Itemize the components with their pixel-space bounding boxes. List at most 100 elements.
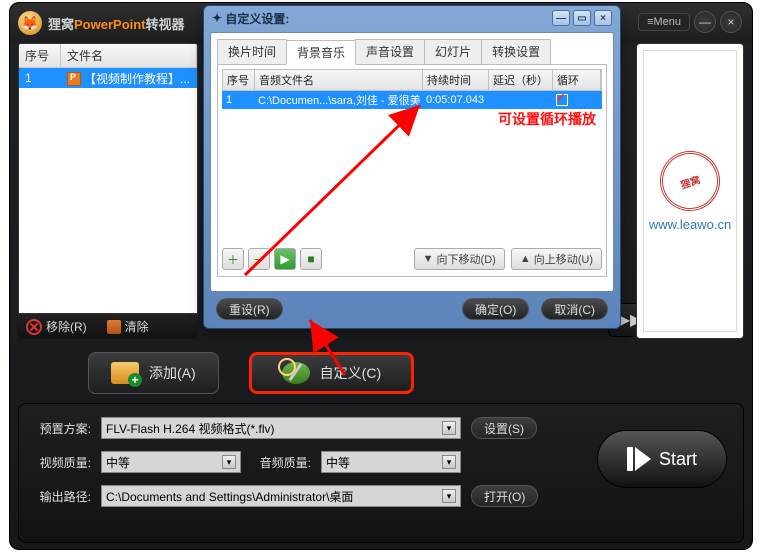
move-btns: ▼ 向下移动(D) ▲ 向上移动(U) — [414, 248, 602, 270]
start-button[interactable]: Start — [597, 430, 727, 488]
move-down-label: 向下移动(D) — [437, 251, 496, 267]
vq-label: 视频质量: — [31, 454, 91, 471]
remove-button[interactable]: 移除(R) — [26, 318, 87, 335]
bgm-tool-btns: ＋ － ▶ ■ — [222, 248, 322, 270]
dialog-titlebar[interactable]: ✦ 自定义设置: — ▭ × — [204, 6, 620, 30]
chevron-down-icon: ▾ — [222, 455, 236, 469]
play-track-button[interactable]: ▶ — [274, 248, 296, 270]
ppt-icon — [67, 72, 81, 86]
cell-seq: 1 — [19, 71, 61, 85]
preset-label: 预置方案: — [31, 420, 91, 437]
stop-track-button[interactable]: ■ — [300, 248, 322, 270]
aq-label: 音频质量: — [251, 454, 311, 471]
rcell-loop[interactable] — [552, 94, 602, 106]
preview-panel: 狸窝 www.leawo.cn — [636, 43, 744, 339]
chevron-down-icon: ▾ — [442, 421, 456, 435]
cell-name: 【视频制作教程】... — [61, 70, 197, 87]
minimize-button[interactable]: — — [694, 11, 716, 33]
move-up-label: 向上移动(U) — [534, 251, 593, 267]
remove-label: 移除(R) — [46, 318, 87, 335]
app-title: 狸窝PowerPoint转视器 — [48, 14, 185, 33]
out-path-combo[interactable]: C:\Documents and Settings\Administrator\… — [101, 485, 461, 507]
file-grid[interactable]: 序号 文件名 1 【视频制作教程】... — [18, 43, 198, 314]
bgm-grid-header: 序号 音频文件名 持续时间 延迟（秒） 循环 — [222, 69, 602, 91]
custom-dialog: ✦ 自定义设置: — ▭ × 换片时间 背景音乐 声音设置 幻灯片 转换设置 序… — [203, 5, 621, 329]
aq-combo[interactable]: 中等 ▾ — [321, 451, 461, 473]
hcol-seq: 序号 — [223, 70, 255, 90]
dialog-body: 换片时间 背景音乐 声音设置 幻灯片 转换设置 序号 音频文件名 持续时间 延迟… — [210, 32, 614, 292]
add-track-button[interactable]: ＋ — [222, 248, 244, 270]
hcol-dur: 持续时间 — [423, 70, 489, 90]
preview-canvas: 狸窝 www.leawo.cn — [643, 50, 737, 332]
mid-button-row: 添加(A) 自定义(C) — [10, 345, 752, 401]
preset-combo[interactable]: FLV-Flash H.264 视频格式(*.flv) ▾ — [101, 417, 461, 439]
bottom-panel: 预置方案: FLV-Flash H.264 视频格式(*.flv) ▾ 设置(S)… — [18, 403, 744, 543]
vq-combo[interactable]: 中等 ▾ — [101, 451, 241, 473]
out-value: C:\Documents and Settings\Administrator\… — [106, 488, 353, 505]
tab-content: 序号 音频文件名 持续时间 延迟（秒） 循环 1 C:\Documen...\s… — [217, 65, 607, 277]
move-up-button[interactable]: ▲ 向上移动(U) — [511, 248, 602, 270]
custom-button[interactable]: 自定义(C) — [249, 352, 414, 394]
cell-name-text: 【视频制作教程】... — [84, 72, 190, 86]
settings-button[interactable]: 设置(S) — [471, 417, 537, 439]
seal-icon: 狸窝 — [652, 143, 728, 219]
clear-icon — [107, 320, 121, 334]
menu-button[interactable]: ≡Menu — [638, 13, 690, 31]
bgm-toolbar: ＋ － ▶ ■ ▼ 向下移动(D) ▲ 向上移动(U) — [222, 248, 602, 270]
clear-label: 清除 — [125, 318, 149, 335]
reset-button[interactable]: 重设(R) — [216, 298, 283, 320]
tab-slides[interactable]: 幻灯片 — [424, 39, 482, 64]
vq-value: 中等 — [106, 454, 130, 471]
preset-value: FLV-Flash H.264 视频格式(*.flv) — [106, 420, 274, 437]
tab-sound[interactable]: 声音设置 — [355, 39, 425, 64]
add-label: 添加(A) — [149, 363, 196, 383]
file-grid-header: 序号 文件名 — [19, 44, 197, 68]
file-actions: 移除(R) 清除 — [18, 314, 198, 339]
start-label: Start — [659, 449, 697, 470]
preview-url: www.leawo.cn — [649, 217, 731, 232]
dialog-close-button[interactable]: × — [594, 10, 612, 26]
file-panel: 序号 文件名 1 【视频制作教程】... 移除(R) 清除 — [18, 43, 198, 339]
rcell-file: C:\Documen...\sara,刘佳 - 爱很美.mp3 — [254, 92, 422, 108]
file-row[interactable]: 1 【视频制作教程】... — [19, 68, 197, 88]
ok-button[interactable]: 确定(O) — [462, 298, 529, 320]
add-icon — [111, 362, 139, 384]
tab-convert[interactable]: 转换设置 — [481, 39, 551, 64]
hcol-loop: 循环 — [553, 70, 601, 90]
play-icon — [627, 447, 651, 471]
dialog-footer: 重设(R) 确定(O) 取消(C) — [204, 296, 620, 322]
aq-value: 中等 — [326, 454, 350, 471]
col-seq: 序号 — [19, 44, 61, 67]
clear-button[interactable]: 清除 — [107, 318, 149, 335]
add-button[interactable]: 添加(A) — [88, 352, 219, 394]
tab-timing[interactable]: 换片时间 — [217, 39, 287, 64]
bgm-row[interactable]: 1 C:\Documen...\sara,刘佳 - 爱很美.mp3 0:05:0… — [222, 91, 602, 109]
tabs: 换片时间 背景音乐 声音设置 幻灯片 转换设置 — [217, 39, 607, 65]
preview-logo: 狸窝 www.leawo.cn — [649, 151, 731, 232]
dialog-title: 自定义设置: — [225, 10, 289, 27]
gear-icon — [282, 362, 310, 384]
col-name: 文件名 — [61, 44, 197, 67]
check-icon — [556, 94, 568, 106]
app-logo-icon: 🦊 — [18, 11, 42, 35]
close-button[interactable]: × — [720, 11, 742, 33]
hcol-file: 音频文件名 — [255, 70, 423, 90]
rcell-seq: 1 — [222, 94, 254, 106]
open-button[interactable]: 打开(O) — [471, 485, 538, 507]
dialog-restore-button[interactable]: ▭ — [573, 10, 591, 26]
rcell-dur: 0:05:07.043 — [422, 94, 488, 106]
move-down-button[interactable]: ▼ 向下移动(D) — [414, 248, 505, 270]
custom-label: 自定义(C) — [320, 363, 381, 383]
del-icon — [26, 319, 42, 335]
hcol-delay: 延迟（秒） — [489, 70, 553, 90]
remove-track-button[interactable]: － — [248, 248, 270, 270]
title-prefix: 狸窝 — [48, 17, 74, 32]
chevron-down-icon: ▾ — [442, 455, 456, 469]
title-brand: PowerPoint — [74, 17, 146, 32]
annotation-text: 可设置循环播放 — [498, 109, 596, 129]
cancel-button[interactable]: 取消(C) — [541, 298, 608, 320]
tab-bgm[interactable]: 背景音乐 — [286, 40, 356, 65]
window-buttons: ≡Menu — × — [638, 11, 742, 33]
title-suffix: 转视器 — [146, 17, 185, 32]
dialog-min-button[interactable]: — — [552, 10, 570, 26]
